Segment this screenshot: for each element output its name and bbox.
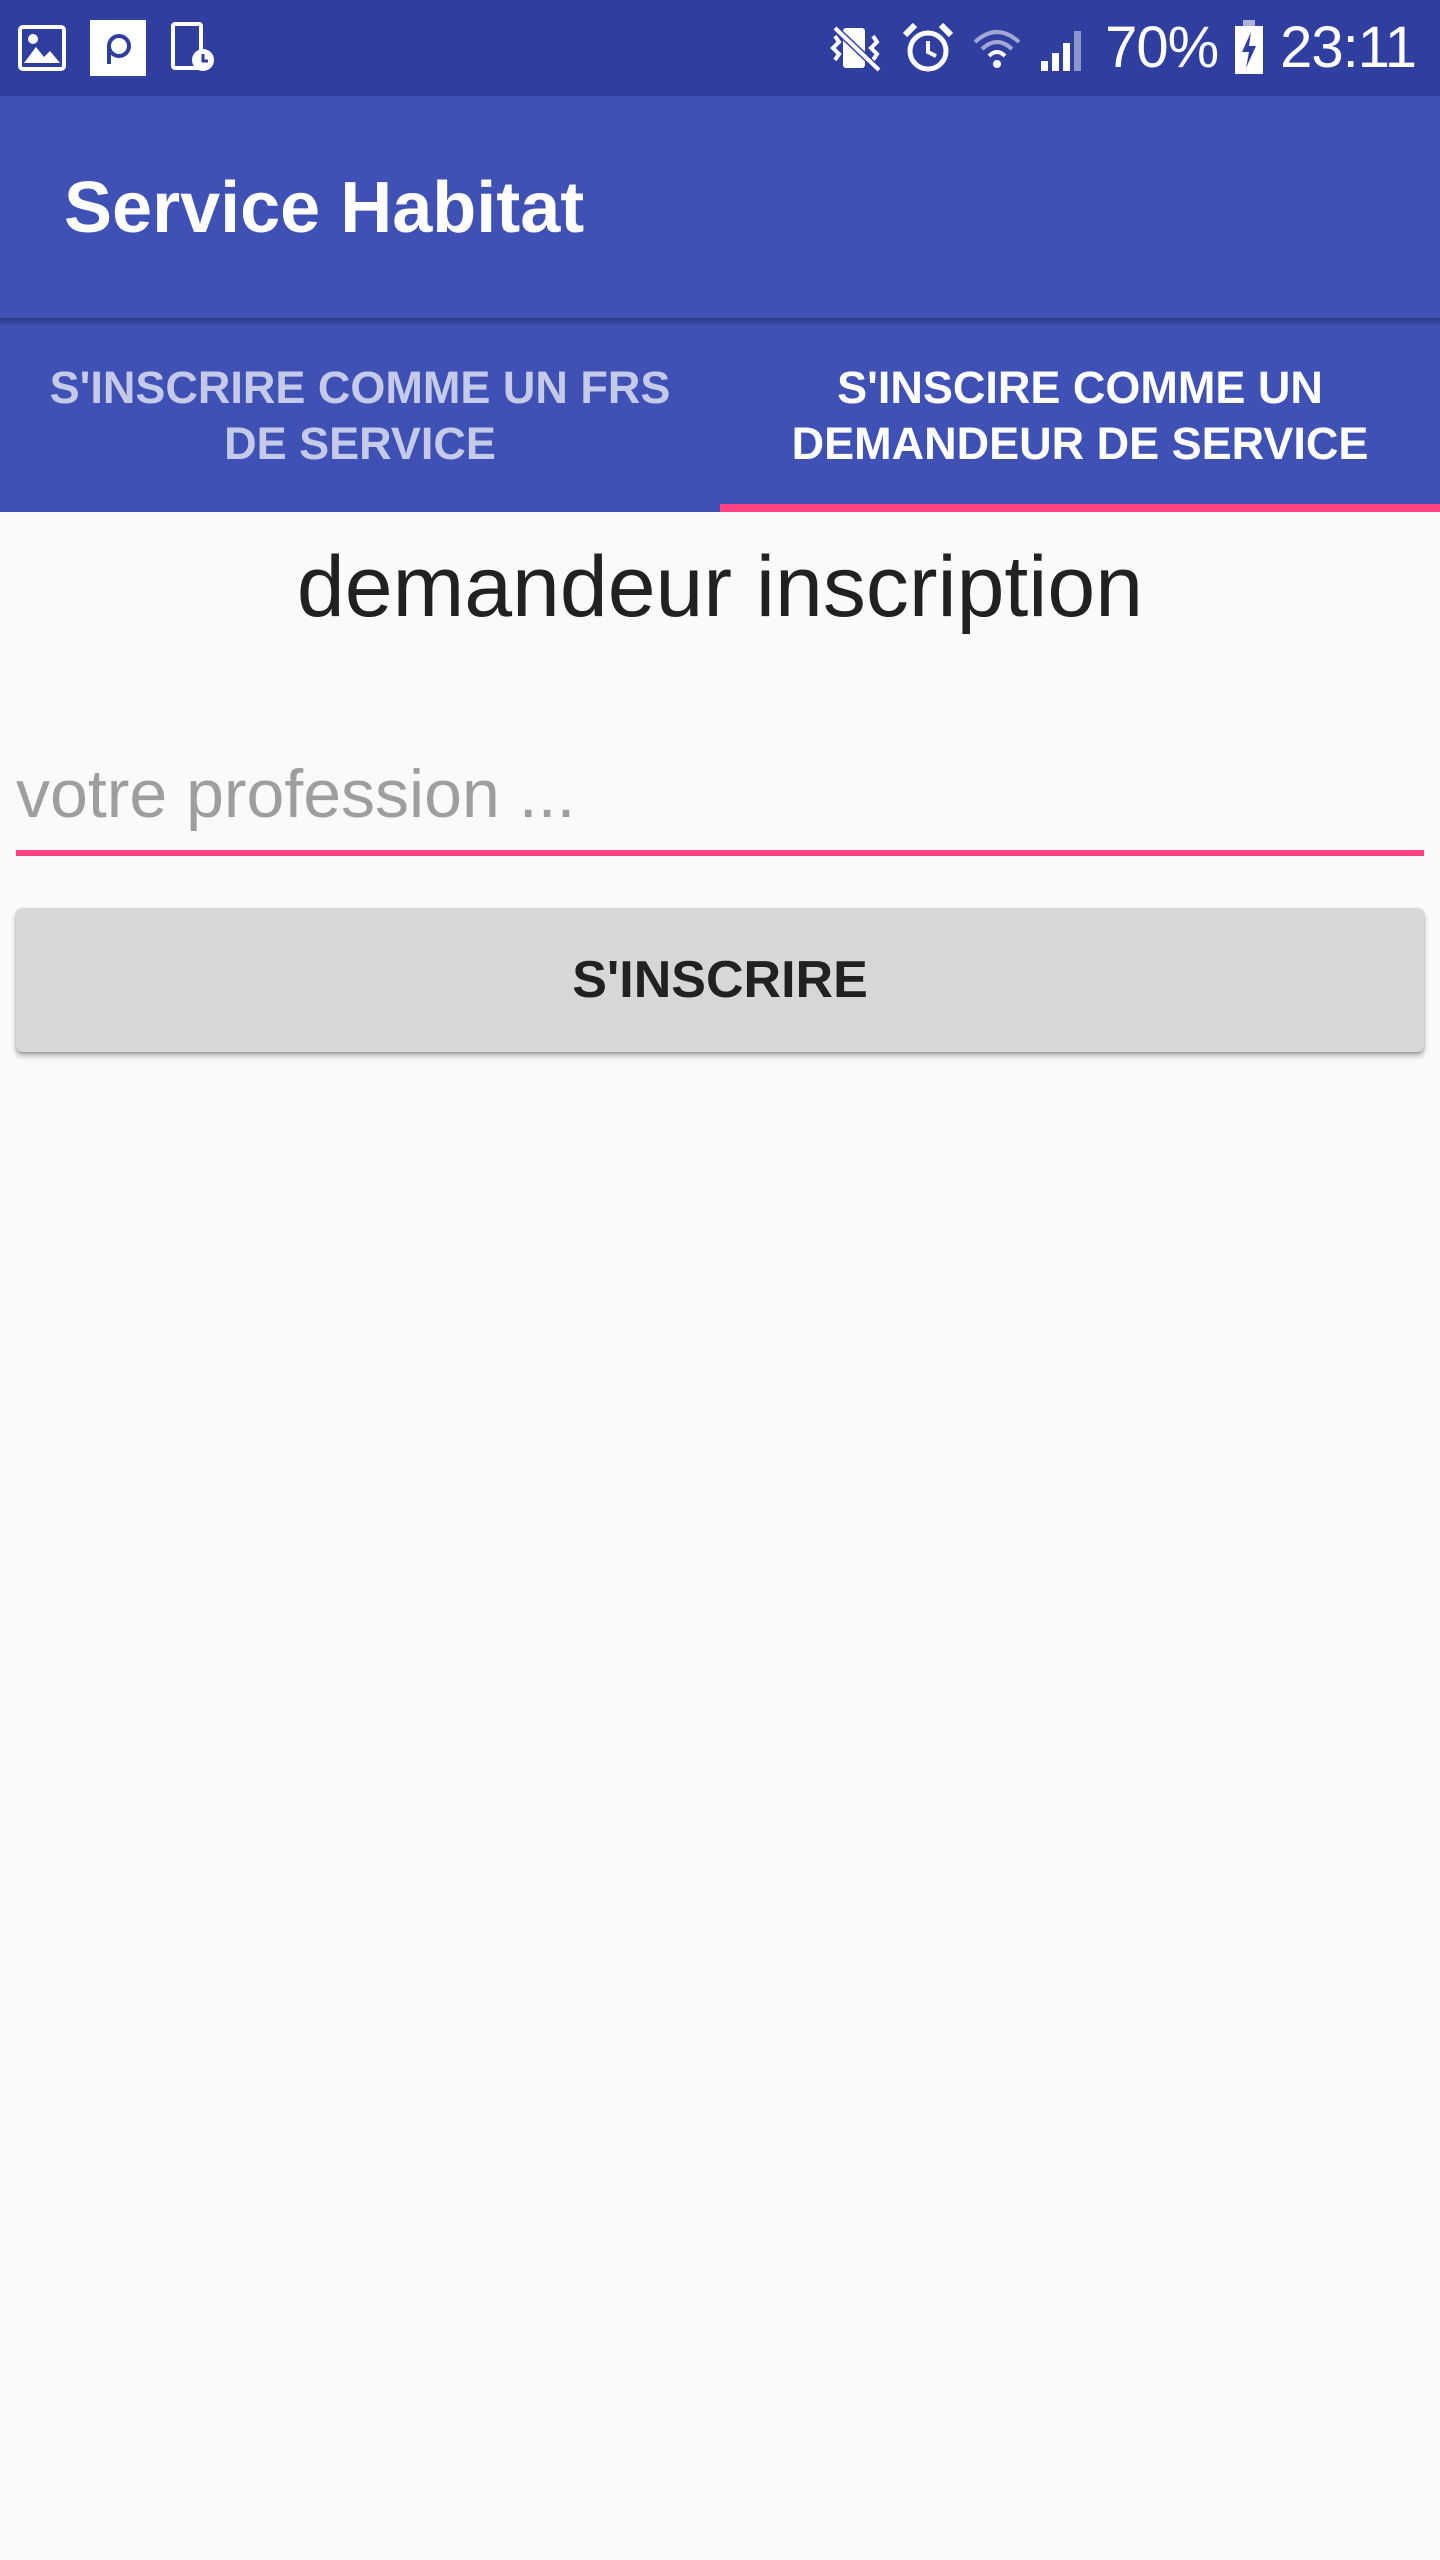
form-heading: demandeur inscription bbox=[296, 539, 1144, 635]
app-notification-icon bbox=[90, 20, 146, 76]
active-tab-indicator bbox=[720, 504, 1440, 512]
tab-label: S'INSCRIRE COMME UN FRS DE SERVICE bbox=[49, 362, 671, 469]
app-bar: Service Habitat bbox=[0, 96, 1440, 320]
profession-input[interactable] bbox=[16, 744, 1424, 844]
signal-icon bbox=[1039, 23, 1089, 73]
battery-percent: 70% bbox=[1105, 15, 1219, 80]
app-title: Service Habitat bbox=[64, 168, 585, 248]
wifi-icon bbox=[971, 22, 1023, 74]
tab-register-provider[interactable]: S'INSCRIRE COMME UN FRS DE SERVICE bbox=[0, 320, 720, 512]
battery-charging-icon bbox=[1234, 20, 1264, 76]
registration-form: demandeur inscription S'INSCRIRE bbox=[0, 512, 1440, 2560]
profession-field bbox=[16, 744, 1424, 856]
status-bar-left bbox=[18, 18, 216, 78]
status-bar-right: 70% 23:11 bbox=[829, 0, 1417, 96]
alarm-icon bbox=[901, 21, 955, 75]
clock: 23:11 bbox=[1280, 15, 1417, 80]
app-bar-shadow bbox=[0, 318, 1440, 326]
tab-bar: S'INSCRIRE COMME UN FRS DE SERVICE S'INS… bbox=[0, 320, 1440, 512]
vibrate-mute-icon bbox=[829, 22, 885, 74]
screenshot-icon bbox=[170, 22, 216, 74]
tab-label: S'INSCIRE COMME UN DEMANDEUR DE SERVICE bbox=[791, 362, 1369, 469]
gallery-icon bbox=[18, 25, 66, 71]
tab-register-requester[interactable]: S'INSCIRE COMME UN DEMANDEUR DE SERVICE bbox=[720, 320, 1440, 512]
register-button[interactable]: S'INSCRIRE bbox=[16, 908, 1424, 1052]
status-bar: 70% 23:11 bbox=[0, 0, 1440, 96]
